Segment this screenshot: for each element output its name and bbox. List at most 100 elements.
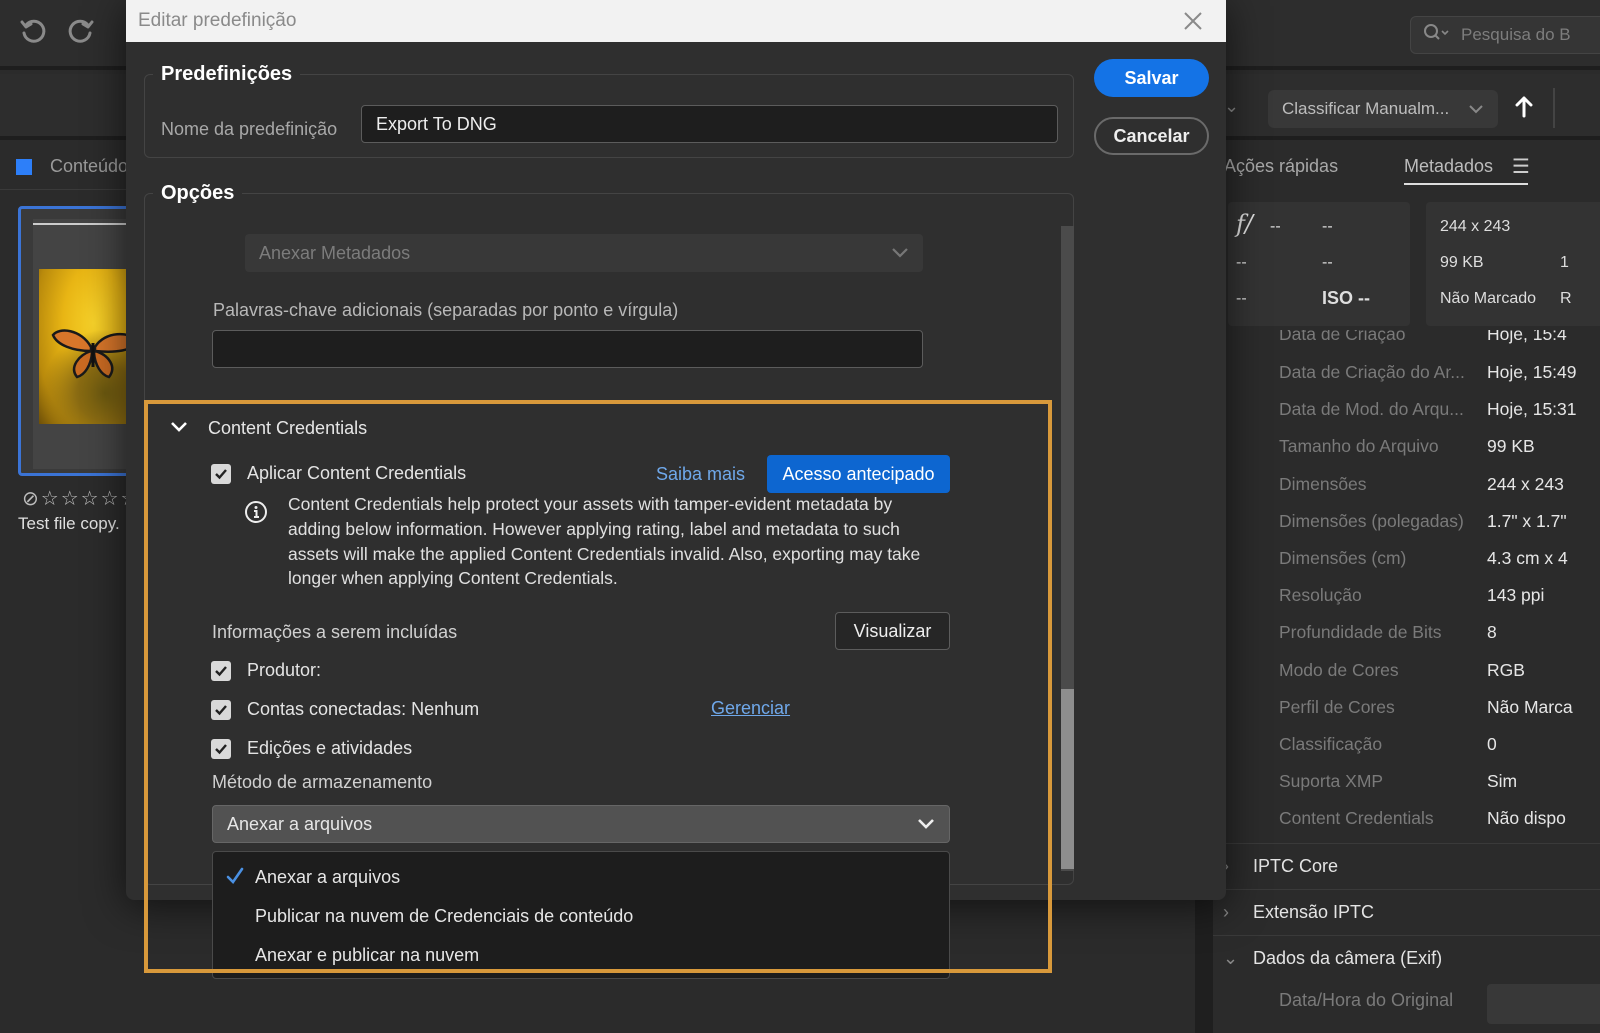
metadata-row: Perfil de Cores Não Marca — [1279, 689, 1600, 726]
checkmark-icon — [215, 665, 227, 676]
metadata-value: 99 KB — [1487, 436, 1535, 457]
metadata-row: Modo de Cores RGB — [1279, 652, 1600, 689]
storage-method-select[interactable]: Anexar a arquivos — [212, 805, 950, 843]
metadata-key: Modo de Cores — [1279, 659, 1399, 680]
content-credentials-toggle[interactable]: Content Credentials — [170, 418, 367, 439]
edit-preset-dialog: Editar predefinição Predefinições Nome d… — [126, 0, 1226, 900]
section-label: Extensão IPTC — [1253, 902, 1375, 922]
metadata-value-field[interactable] — [1487, 984, 1600, 1024]
chevron-down-icon — [170, 420, 188, 438]
metadata-row: Content Credentials Não dispo — [1279, 800, 1600, 837]
dialog-titlebar: Editar predefinição — [126, 0, 1226, 42]
fstop-icon: f/ — [1236, 210, 1253, 238]
star-icon[interactable]: ☆ — [61, 486, 79, 511]
search-input[interactable]: Pesquisa do B — [1410, 16, 1600, 54]
metadata-key: Content Credentials — [1279, 808, 1434, 829]
metadata-key: Data/Hora do Original — [1279, 990, 1454, 1010]
edits-activities-checkbox[interactable] — [211, 738, 231, 759]
exposure-value: -- — [1322, 254, 1333, 271]
options-scrollbar-thumb[interactable] — [1061, 689, 1074, 869]
menu-item-attach-files[interactable]: Anexar a arquivos — [213, 858, 949, 896]
hamburger-menu-icon[interactable]: ☰ — [1512, 154, 1530, 179]
section-iptc-extension[interactable]: › Extensão IPTC — [1213, 889, 1600, 935]
file-size-extra: 1 — [1560, 254, 1569, 271]
chevron-down-icon — [917, 814, 935, 835]
metadata-key: Dimensões — [1279, 473, 1367, 494]
preset-name-label: Nome da predefinição — [161, 119, 338, 139]
keywords-input[interactable] — [212, 330, 923, 368]
close-icon[interactable] — [1178, 6, 1208, 36]
include-info-label: Informações a serem incluídas — [212, 622, 458, 642]
section-camera-exif[interactable]: ⌄ Dados da câmera (Exif) — [1213, 935, 1600, 981]
panel-tabs: Ações rápidas Metadados ☰ — [1224, 152, 1600, 186]
preset-name-input[interactable] — [361, 105, 1058, 143]
apply-cc-checkbox-row[interactable]: Aplicar Content Credentials — [211, 463, 466, 484]
star-icon[interactable]: ☆ — [81, 486, 99, 511]
metadata-value: Hoje, 15:49 — [1487, 362, 1577, 382]
metadata-value: RGB — [1487, 659, 1525, 680]
file-label: Não Marcado — [1440, 290, 1537, 307]
producer-label: Produtor: — [247, 660, 322, 680]
content-panel-header[interactable]: Conteúdo — [0, 144, 130, 190]
cc-info-text: Content Credentials help protect your as… — [288, 494, 921, 589]
apply-cc-checkbox[interactable] — [211, 463, 231, 484]
metadata-key: Data de Criação do Ar... — [1279, 362, 1465, 382]
star-icon[interactable]: ☆ — [41, 486, 59, 511]
presets-group: Predefinições Nome da predefinição — [144, 63, 1074, 158]
cancel-button[interactable]: Cancelar — [1094, 117, 1209, 155]
preview-button[interactable]: Visualizar — [835, 612, 950, 650]
menu-item-attach-and-publish[interactable]: Anexar e publicar na nuvem — [213, 936, 949, 974]
view-toggle-chevron-icon[interactable]: ⌄ — [1224, 96, 1239, 117]
metadata-key: Data de Criação — [1279, 330, 1406, 344]
save-button[interactable]: Salvar — [1094, 59, 1209, 97]
metadata-key: Dimensões (cm) — [1279, 547, 1407, 568]
metadata-value: 1.7" x 1.7" — [1487, 510, 1567, 531]
options-legend: Opções — [153, 182, 243, 205]
storage-method-label: Método de armazenamento — [212, 772, 433, 792]
early-access-button[interactable]: Acesso antecipado — [767, 455, 950, 493]
metadata-list: Data de Criação Hoje, 15:4 Data de Criaçã… — [1279, 330, 1600, 837]
rating-stars[interactable]: ⊘ ☆ ☆ ☆ ☆ ☆ — [22, 486, 138, 511]
tab-quick-actions[interactable]: Ações rápidas — [1224, 156, 1338, 177]
metadata-key: Classificação — [1279, 733, 1383, 754]
undo-icon[interactable] — [16, 14, 50, 48]
connected-accounts-checkbox-row[interactable]: Contas conectadas: Nenhum — [211, 699, 479, 720]
metadata-row: Suporta XMP Sim — [1279, 763, 1600, 800]
edits-activities-checkbox-row[interactable]: Edições e atividades — [211, 738, 412, 759]
checkmark-icon — [215, 704, 227, 715]
iso-value: ISO -- — [1322, 288, 1370, 308]
exif-summary: f/ -- -- -- -- -- ISO -- — [1228, 202, 1410, 326]
focal-value: -- — [1236, 254, 1247, 271]
file-label-extra: R — [1560, 290, 1572, 307]
connected-accounts-label: Contas conectadas: Nenhum — [247, 699, 480, 719]
producer-checkbox[interactable] — [211, 660, 231, 681]
checkmark-icon — [215, 743, 227, 754]
section-iptc-core[interactable]: › IPTC Core — [1213, 843, 1600, 889]
panel-divider[interactable] — [1195, 900, 1213, 1033]
connected-accounts-checkbox[interactable] — [211, 699, 231, 720]
star-icon[interactable]: ☆ — [101, 486, 119, 511]
apply-cc-label: Aplicar Content Credentials — [247, 463, 467, 483]
fstop-value: -- — [1270, 218, 1281, 235]
arrow-up-icon[interactable] — [1514, 94, 1538, 124]
producer-checkbox-row[interactable]: Produtor: — [211, 660, 321, 681]
tab-metadata[interactable]: Metadados — [1404, 156, 1528, 185]
menu-item-label: Anexar a arquivos — [255, 866, 401, 887]
dialog-title: Editar predefinição — [138, 10, 297, 31]
checkmark-icon — [225, 866, 245, 891]
metadata-row: Resolução 143 ppi — [1279, 577, 1600, 614]
manage-link[interactable]: Gerenciar — [711, 698, 790, 719]
section-label: IPTC Core — [1253, 856, 1339, 876]
reject-icon[interactable]: ⊘ — [22, 486, 39, 511]
redo-icon[interactable] — [64, 14, 98, 48]
metadata-row: Data de Criação do Ar... Hoje, 15:49 — [1279, 354, 1600, 391]
metadata-row: Data de Criação Hoje, 15:4 — [1279, 330, 1600, 354]
learn-more-link[interactable]: Saiba mais — [656, 464, 745, 485]
sort-dropdown[interactable]: Classificar Manualm... — [1268, 90, 1498, 128]
menu-item-label: Anexar e publicar na nuvem — [255, 944, 480, 965]
metadata-value: 0 — [1487, 733, 1497, 754]
flash-value: -- — [1236, 290, 1247, 307]
metadata-select[interactable]: Anexar Metadados — [245, 234, 923, 272]
menu-item-publish-cloud[interactable]: Publicar na nuvem de Credenciais de cont… — [213, 897, 949, 935]
chevron-right-icon: › — [1223, 902, 1229, 922]
